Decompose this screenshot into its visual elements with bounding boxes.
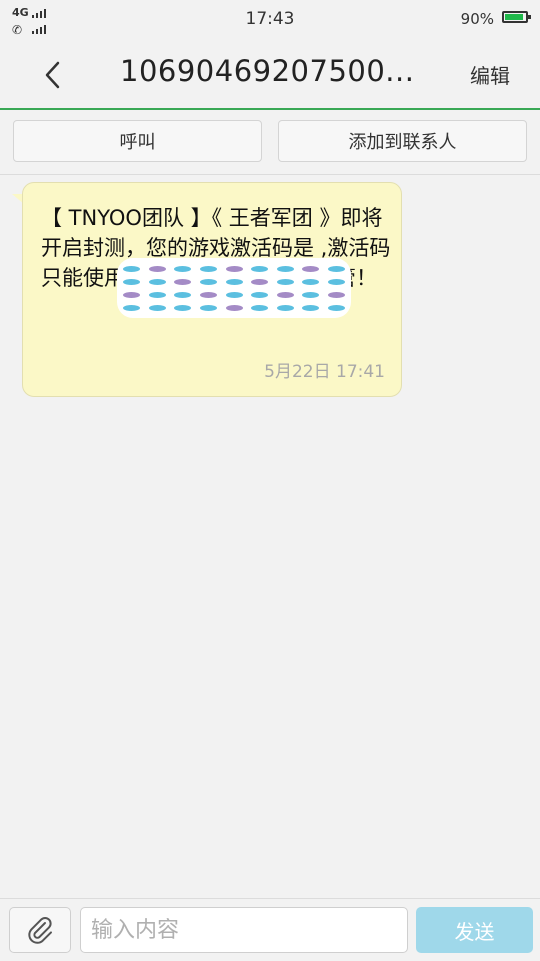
contact-number-title: 10690469207500... [120,54,415,88]
conversation-header: 10690469207500... 编辑 [0,40,540,110]
redaction-row [123,278,345,285]
clock: 17:43 [245,9,295,29]
battery-percent: 90% [460,10,494,28]
redaction-mask [117,258,351,318]
send-button[interactable]: 发送 [416,907,533,953]
message-input[interactable] [80,907,408,953]
chevron-left-icon [45,61,60,89]
status-bar: 4G ✆ 17:43 90% [0,0,540,40]
redaction-row [123,304,345,311]
attach-button[interactable] [9,907,71,953]
back-button[interactable] [30,52,76,98]
edit-button[interactable]: 编辑 [470,60,510,89]
add-to-contacts-button[interactable]: 添加到联系人 [278,120,527,162]
message-timestamp: 5月22日 17:41 [264,362,385,382]
composer-bar: 发送 [0,898,540,961]
battery-fill [505,14,523,20]
redaction-row [123,265,345,272]
redaction-row [123,291,345,298]
call-button[interactable]: 呼叫 [13,120,262,162]
paperclip-icon [28,917,52,944]
battery-icon [502,11,531,23]
action-row: 呼叫 添加到联系人 [0,110,540,175]
